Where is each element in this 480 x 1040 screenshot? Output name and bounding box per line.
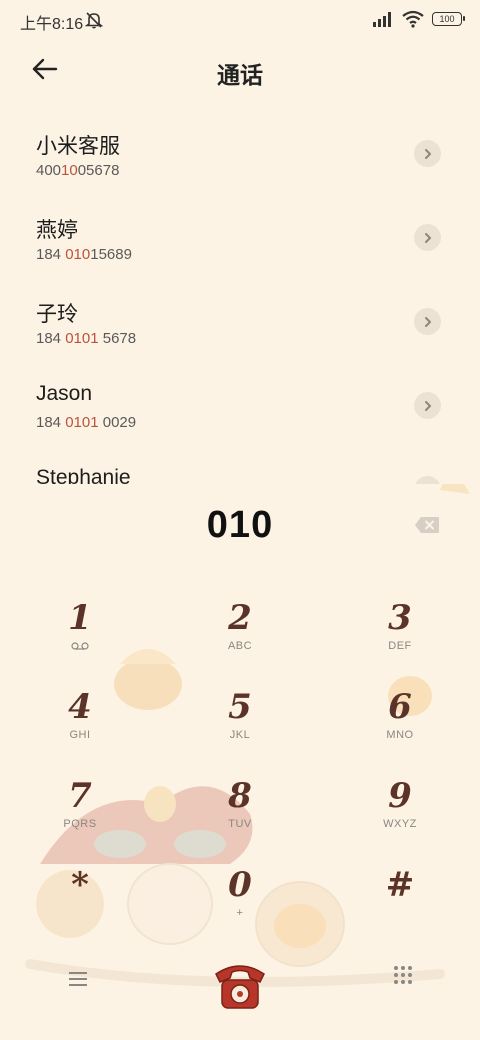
matched-digits: 0101	[65, 414, 99, 431]
contact-list[interactable]: 小米客服 4001005678 燕婷 184 01015689 子玲 184 0…	[0, 112, 480, 484]
contact-item[interactable]: Stephanie	[0, 448, 480, 484]
key-0[interactable]: 0 +	[180, 865, 300, 945]
contact-detail-button[interactable]	[414, 476, 441, 484]
voicemail-icon	[71, 642, 89, 650]
contact-name: 子玲	[36, 303, 78, 326]
signal-icon	[373, 12, 391, 27]
key-2[interactable]: 2 ABC	[180, 598, 300, 678]
key-7[interactable]: 7 PQRS	[20, 776, 140, 856]
status-time: 上午8:16	[20, 16, 84, 33]
contact-name: Jason	[36, 382, 93, 405]
bell-off-icon	[84, 12, 104, 29]
status-indicators: 100	[372, 10, 465, 28]
wifi-icon	[402, 10, 424, 28]
contact-detail-button[interactable]	[414, 308, 441, 335]
key-3[interactable]: 3 DEF	[340, 598, 460, 678]
matched-digits: 010	[65, 246, 91, 263]
contact-number: 4001005678	[36, 162, 120, 179]
contact-item[interactable]: 小米客服 4001005678	[0, 112, 480, 196]
key-8[interactable]: 8 TUV	[180, 776, 300, 856]
contact-detail-button[interactable]	[414, 392, 441, 419]
chevron-right-icon	[424, 400, 431, 411]
header: 通话	[0, 44, 480, 96]
dialer: 010 1 2 ABC 3 DEF 4 GHI 5 JKL 6 MNO 7 PQ…	[0, 484, 480, 1040]
key-5[interactable]: 5 JKL	[180, 687, 300, 767]
contact-item[interactable]: 子玲 184 0101 5678	[0, 280, 480, 364]
contact-item[interactable]: Jason 184 0101 0029	[0, 364, 480, 448]
battery-indicator: 100	[432, 12, 465, 26]
phone-icon[interactable]	[210, 960, 270, 1012]
key-4[interactable]: 4 GHI	[20, 687, 140, 767]
dialed-number: 010	[206, 504, 274, 546]
dialpad-icon[interactable]	[392, 964, 414, 986]
contact-detail-button[interactable]	[414, 140, 441, 167]
chevron-right-icon	[424, 148, 431, 159]
dialer-bottom-bar	[0, 960, 480, 1009]
key-1[interactable]: 1	[20, 598, 140, 678]
contact-name: 燕婷	[36, 219, 78, 242]
key-star[interactable]: *	[20, 865, 140, 945]
contact-detail-button[interactable]	[414, 224, 441, 251]
contact-number: 184 0101 5678	[36, 330, 137, 347]
contact-name: 小米客服	[36, 135, 120, 158]
key-6[interactable]: 6 MNO	[340, 687, 460, 767]
matched-digits: 0101	[65, 330, 99, 347]
chevron-right-icon	[424, 232, 431, 243]
matched-digits: 10	[61, 162, 78, 179]
page-title: 通话	[217, 62, 263, 88]
backspace-icon[interactable]	[414, 516, 440, 534]
key-9[interactable]: 9 WXYZ	[340, 776, 460, 856]
status-bar: 上午8:16 100	[0, 0, 480, 40]
contact-number: 184 0101 0029	[36, 414, 137, 431]
menu-icon[interactable]	[66, 968, 90, 990]
contact-number: 184 01015689	[36, 246, 132, 263]
chevron-right-icon	[424, 316, 431, 327]
contact-item[interactable]: 燕婷 184 01015689	[0, 196, 480, 280]
contact-name: Stephanie	[36, 466, 131, 484]
key-hash[interactable]: #	[340, 865, 460, 945]
battery-level: 100	[439, 14, 455, 24]
